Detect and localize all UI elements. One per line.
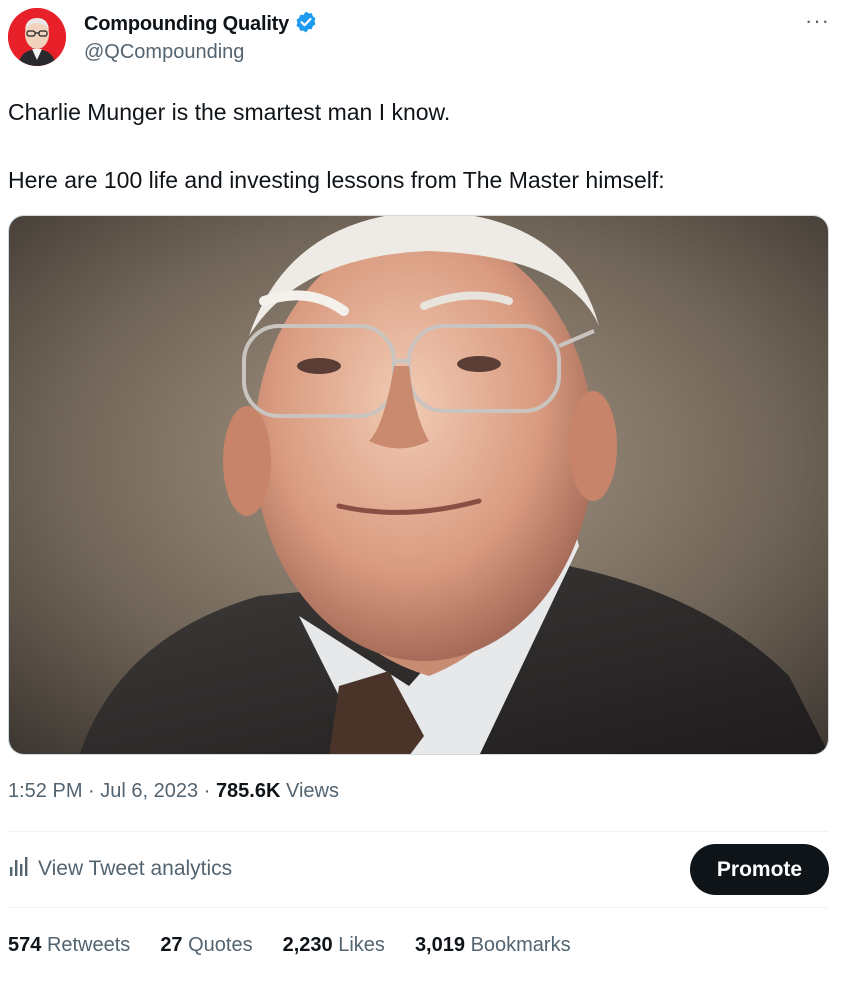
analytics-label: View Tweet analytics bbox=[38, 857, 233, 880]
stat-count: 3,019 bbox=[414, 934, 465, 956]
divider bbox=[8, 831, 829, 832]
likes-stat[interactable]: 2,230 Likes bbox=[283, 934, 385, 957]
stat-count: 27 bbox=[160, 934, 183, 956]
retweets-stat[interactable]: 574 Retweets bbox=[8, 934, 130, 957]
promote-button[interactable]: Promote bbox=[690, 844, 829, 895]
separator: · bbox=[88, 780, 95, 802]
quotes-stat[interactable]: 27 Quotes bbox=[160, 934, 252, 957]
avatar[interactable] bbox=[8, 8, 66, 66]
stat-count: 574 bbox=[8, 934, 42, 956]
author-display-name[interactable]: Compounding Quality bbox=[84, 13, 289, 36]
tweet-date[interactable]: Jul 6, 2023 bbox=[100, 780, 198, 802]
tweet-timestamp-views: 1:52 PM · Jul 6, 2023 · 785.6K Views bbox=[8, 780, 339, 803]
divider bbox=[8, 907, 829, 908]
tweet-text: Charlie Munger is the smartest man I kno… bbox=[8, 95, 828, 197]
more-horizontal-icon[interactable]: ··· bbox=[805, 8, 830, 34]
verified-badge-icon bbox=[294, 10, 318, 39]
bookmarks-stat[interactable]: 3,019 Bookmarks bbox=[415, 934, 571, 957]
stat-label: Bookmarks bbox=[470, 934, 571, 956]
tweet-time[interactable]: 1:52 PM bbox=[8, 780, 82, 802]
stat-label: Likes bbox=[338, 934, 385, 956]
views-count: 785.6K bbox=[215, 780, 281, 802]
stat-label: Quotes bbox=[188, 934, 253, 956]
tweet-media-photo[interactable] bbox=[8, 215, 829, 755]
stat-label: Retweets bbox=[46, 934, 131, 956]
tweet-line: Charlie Munger is the smartest man I kno… bbox=[8, 99, 451, 125]
avatar-portrait-image bbox=[8, 8, 66, 66]
tweet-stats: 574 Retweets 27 Quotes 2,230 Likes 3,019… bbox=[8, 934, 571, 957]
views-label: Views bbox=[286, 780, 339, 802]
view-tweet-analytics-link[interactable]: View Tweet analytics bbox=[8, 855, 232, 883]
author-handle[interactable]: @QCompounding bbox=[84, 41, 244, 64]
tweet-line: Here are 100 life and investing lessons … bbox=[8, 167, 665, 193]
separator: · bbox=[203, 780, 211, 802]
portrait-photo bbox=[9, 216, 828, 754]
stat-count: 2,230 bbox=[282, 934, 333, 956]
bar-chart-icon bbox=[8, 855, 30, 883]
